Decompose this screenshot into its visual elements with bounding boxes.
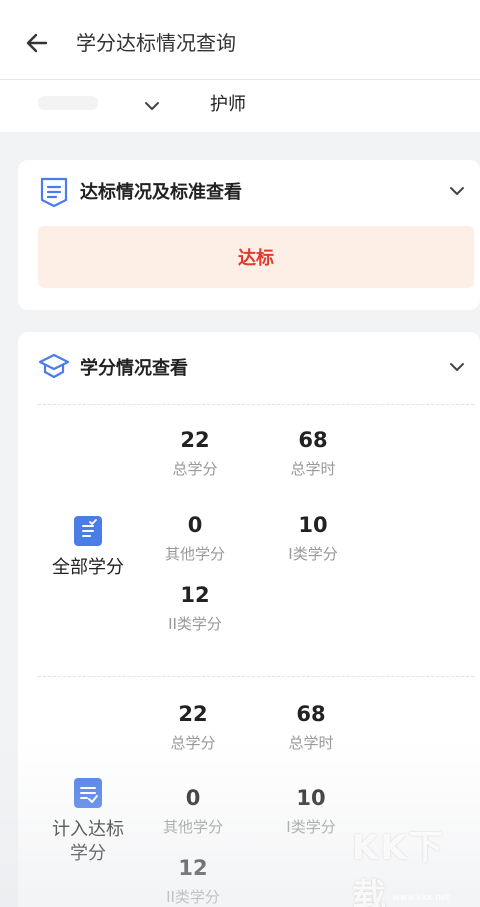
- checklist-icon: [74, 778, 102, 808]
- standard-card: 达标情况及标准查看 达标: [18, 160, 480, 310]
- app-header: 学分达标情况查询: [0, 0, 480, 80]
- watermark-url: www.kkx.net: [392, 893, 451, 903]
- stat-value: 10: [296, 786, 326, 810]
- stat-label: I类学分: [286, 818, 336, 836]
- credit-card-title: 学分情况查看: [80, 358, 188, 379]
- standard-card-header[interactable]: 达标情况及标准查看: [18, 160, 480, 220]
- stat-label: II类学分: [166, 888, 220, 906]
- stat-value: 22: [180, 428, 210, 452]
- page-title: 学分达标情况查询: [76, 31, 236, 55]
- stat-value: 10: [298, 513, 328, 537]
- status-text: 达标: [238, 248, 274, 269]
- stat-label: 总学分: [172, 460, 218, 478]
- chevron-down-icon[interactable]: [140, 94, 164, 118]
- blurred-field[interactable]: [38, 96, 98, 110]
- status-box: 达标: [38, 226, 474, 288]
- chevron-down-icon[interactable]: [446, 356, 468, 378]
- back-button[interactable]: [22, 28, 52, 58]
- graduation-cap-icon: [38, 353, 70, 379]
- stat-value: 0: [185, 786, 201, 810]
- stat-label: 总学时: [290, 460, 336, 478]
- stat-other-credits: 0 其他学分: [145, 511, 245, 565]
- arrow-left-icon: [26, 33, 48, 53]
- stat-label: 总学分: [170, 734, 216, 752]
- stat-value: 12: [178, 856, 208, 880]
- stat-other-credits: 0 其他学分: [143, 784, 243, 838]
- stat-value: 68: [298, 428, 328, 452]
- credit-card-header[interactable]: 学分情况查看: [18, 332, 480, 392]
- stat-value: 22: [178, 702, 208, 726]
- watermark-logo: KK下载: [352, 828, 445, 907]
- divider: [38, 404, 474, 405]
- stat-label: 总学时: [288, 734, 334, 752]
- stat-value: 68: [296, 702, 326, 726]
- stat-label: I类学分: [288, 545, 338, 563]
- stat-value: 0: [187, 513, 203, 537]
- stat-class1-credits: 10 I类学分: [263, 511, 363, 565]
- stat-total-credits: 22 总学分: [143, 700, 243, 754]
- stat-total-credits: 22 总学分: [145, 426, 245, 480]
- chevron-down-icon[interactable]: [446, 180, 468, 202]
- divider: [38, 676, 474, 677]
- checklist-icon: [74, 516, 102, 546]
- title-selector-value[interactable]: 护师: [210, 92, 246, 118]
- document-shield-icon: [40, 177, 68, 208]
- stat-class2-credits: 12 II类学分: [143, 854, 243, 907]
- section-label-line2: 学分: [70, 843, 106, 864]
- stat-total-hours: 68 总学时: [261, 700, 361, 754]
- stat-label: 其他学分: [164, 545, 225, 563]
- stat-class1-credits: 10 I类学分: [261, 784, 361, 838]
- section-label: 全部学分: [52, 557, 124, 578]
- stat-total-hours: 68 总学时: [263, 426, 363, 480]
- stat-class2-credits: 12 II类学分: [145, 581, 245, 635]
- section-label-line1: 计入达标: [52, 819, 124, 840]
- stat-label: 其他学分: [162, 818, 223, 836]
- stat-value: 12: [180, 583, 210, 607]
- standard-card-title: 达标情况及标准查看: [80, 182, 242, 203]
- stat-label: II类学分: [168, 615, 222, 633]
